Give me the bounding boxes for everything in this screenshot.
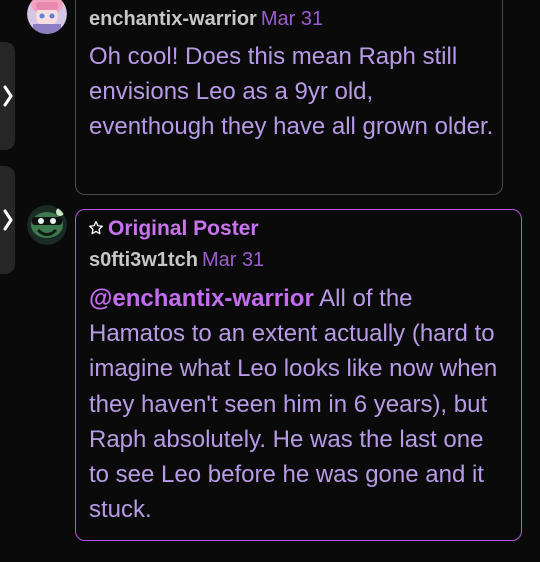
comment-date[interactable]: Mar 31 [202, 249, 264, 271]
comment-text: @enchantix-warrior All of the Hamatos to… [89, 281, 509, 527]
side-tab-next[interactable] [0, 166, 15, 274]
comment-meta: s0fti3w1tch Mar 31 [89, 249, 264, 272]
comment-username[interactable]: s0fti3w1tch [89, 249, 198, 271]
comment-text-body: All of the Hamatos to an extent actually… [89, 285, 498, 524]
comment-date[interactable]: Mar 31 [261, 8, 323, 30]
comment-username[interactable]: enchantix-warrior [89, 8, 257, 30]
side-tab-previous[interactable] [0, 42, 15, 150]
chevron-right-icon [3, 85, 12, 107]
comment-text: Oh cool! Does this mean Raph still envis… [89, 43, 494, 141]
star-icon [89, 221, 103, 235]
badge-label: Original Poster [108, 217, 259, 240]
comment-meta: enchantix-warrior Mar 31 [89, 8, 323, 31]
avatar[interactable] [27, 205, 67, 245]
chevron-right-icon [3, 209, 12, 231]
avatar[interactable] [27, 0, 67, 34]
original-poster-badge: Original Poster [88, 217, 259, 241]
mention-link[interactable]: @enchantix-warrior [89, 285, 314, 312]
